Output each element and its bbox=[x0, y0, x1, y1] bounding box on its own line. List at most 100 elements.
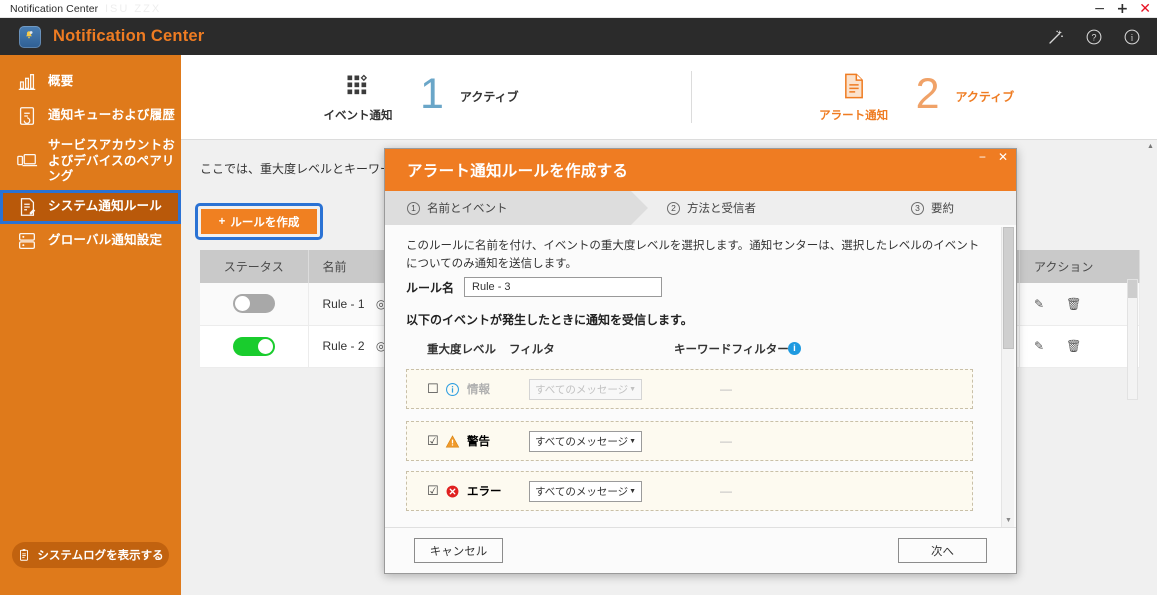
create-rule-label: ルールを作成 bbox=[230, 214, 299, 230]
stat-alert-state: アクティブ bbox=[956, 88, 1015, 105]
application-window: Notification Center ISU ZZX − + ✕ Notifi… bbox=[0, 0, 1157, 595]
close-icon[interactable]: ✕ bbox=[1139, 2, 1151, 16]
stat-alert-icon-wrap: アラート通知 bbox=[808, 72, 900, 123]
step-label: 方法と受信者 bbox=[687, 200, 756, 216]
scroll-down-icon[interactable]: ▼ bbox=[1002, 514, 1015, 527]
edit-icon[interactable]: ✎ bbox=[1034, 297, 1044, 311]
rule-name: Rule - 2 bbox=[323, 339, 365, 353]
maximize-icon[interactable]: + bbox=[1117, 2, 1129, 16]
show-system-log-button[interactable]: システムログを表示する bbox=[12, 542, 169, 568]
next-button[interactable]: 次へ bbox=[898, 538, 987, 563]
create-alert-rule-dialog: アラート通知ルールを作成する − ✕ 1 名前とイベント 2 方法と受信者 3 … bbox=[384, 148, 1017, 574]
rules-icon bbox=[16, 196, 38, 218]
stat-event-count: 1 bbox=[420, 73, 444, 116]
severity-row-error[interactable]: ☑ エラー すべてのメッセージ ▼ — bbox=[406, 471, 973, 511]
svg-text:?: ? bbox=[1091, 32, 1096, 42]
rule-enable-toggle[interactable] bbox=[233, 337, 275, 356]
step-name-and-event[interactable]: 1 名前とイベント bbox=[385, 191, 631, 225]
severity-filter-select[interactable]: すべてのメッセージ ▼ bbox=[529, 481, 642, 502]
sidebar-item-label: システム通知ルール bbox=[48, 199, 162, 215]
severity-checkbox[interactable]: ☑ bbox=[427, 433, 442, 449]
dialog-scrollbar[interactable]: ▼ bbox=[1001, 227, 1014, 527]
sidebar-item-notification-queue[interactable]: 通知キューおよび履歴 bbox=[0, 99, 181, 133]
severity-keyword-value: — bbox=[720, 382, 732, 396]
step-number: 2 bbox=[667, 202, 680, 215]
app-title: Notification Center bbox=[53, 27, 204, 46]
severity-row-warning[interactable]: ☑ 警告 すべてのメッセージ ▼ — bbox=[406, 421, 973, 461]
dialog-scrollbar-thumb[interactable] bbox=[1003, 227, 1014, 349]
error-circle-icon bbox=[445, 484, 460, 499]
step-label: 要約 bbox=[931, 200, 954, 216]
clipboard-icon bbox=[17, 548, 31, 562]
dialog-footer: キャンセル 次へ bbox=[385, 527, 1016, 573]
sidebar-item-system-notification-rules[interactable]: システム通知ルール bbox=[0, 190, 181, 224]
sidebar-item-overview[interactable]: 概要 bbox=[0, 65, 181, 99]
wand-icon[interactable] bbox=[1047, 28, 1065, 46]
dialog-intro-text: このルールに名前を付け、イベントの重大度レベルを選択します。通知センターは、選択… bbox=[406, 237, 984, 274]
os-window-title: Notification Center bbox=[10, 3, 98, 15]
delete-icon[interactable]: 🗑 bbox=[1066, 297, 1081, 311]
ghost-text: ISU ZZX bbox=[105, 3, 161, 15]
minimize-icon[interactable]: − bbox=[1094, 2, 1106, 16]
severity-label: エラー bbox=[467, 483, 529, 499]
edit-icon[interactable]: ✎ bbox=[1034, 339, 1044, 353]
document-icon bbox=[840, 72, 868, 100]
svg-text:i: i bbox=[1131, 32, 1134, 42]
sidebar-item-global-notification-settings[interactable]: グローバル通知設定 bbox=[0, 224, 181, 258]
severity-row-info[interactable]: ☐ 情報 すべてのメッセージ ▼ — bbox=[406, 369, 973, 409]
delete-icon[interactable]: 🗑 bbox=[1066, 339, 1081, 353]
stat-event-notifications[interactable]: イベント通知 1 アクティブ bbox=[312, 55, 519, 140]
table-scrollbar-thumb[interactable] bbox=[1128, 280, 1137, 298]
help-icon[interactable]: ? bbox=[1085, 28, 1103, 46]
severity-filter-select[interactable]: すべてのメッセージ ▼ bbox=[529, 431, 642, 452]
create-rule-highlight: + ルールを作成 bbox=[198, 206, 320, 237]
dialog-step-indicator: 1 名前とイベント 2 方法と受信者 3 要約 bbox=[385, 191, 1016, 225]
severity-keyword-value: — bbox=[720, 484, 732, 498]
keyword-info-icon[interactable]: i bbox=[788, 342, 801, 355]
row-status-cell bbox=[200, 283, 308, 325]
dialog-title-bar: アラート通知ルールを作成する − ✕ bbox=[385, 149, 1016, 191]
stat-alert-notifications[interactable]: アラート通知 2 アクティブ bbox=[808, 55, 1015, 140]
dialog-minimize-icon[interactable]: − bbox=[979, 151, 986, 163]
step-summary[interactable]: 3 要約 bbox=[911, 191, 954, 225]
stat-event-state: アクティブ bbox=[460, 88, 519, 105]
row-action-icons: ✎ 🗑 bbox=[1034, 339, 1125, 353]
column-header-filter: フィルタ bbox=[509, 341, 555, 357]
rule-name: Rule - 1 bbox=[323, 297, 365, 311]
row-action-cell: ✎ 🗑 bbox=[1020, 283, 1140, 325]
table-scrollbar[interactable] bbox=[1127, 279, 1138, 400]
bell-gear-icon bbox=[24, 30, 34, 40]
info-icon[interactable]: i bbox=[1123, 28, 1141, 46]
severity-label: 警告 bbox=[467, 433, 529, 449]
cancel-button[interactable]: キャンセル bbox=[414, 538, 503, 563]
column-header-keyword: キーワードフィルター bbox=[674, 341, 789, 357]
scroll-up-icon[interactable]: ▲ bbox=[1144, 140, 1157, 153]
severity-filter-value: すべてのメッセージ bbox=[535, 382, 628, 397]
severity-filter-value: すべてのメッセージ bbox=[535, 434, 628, 449]
create-rule-button[interactable]: + ルールを作成 bbox=[201, 209, 317, 234]
rule-name-input[interactable] bbox=[464, 277, 662, 297]
app-header: Notification Center ? i bbox=[0, 18, 1157, 55]
dialog-close-icon[interactable]: ✕ bbox=[998, 151, 1008, 163]
info-circle-icon bbox=[445, 382, 460, 397]
chart-icon bbox=[16, 71, 38, 93]
severity-filter-select[interactable]: すべてのメッセージ ▼ bbox=[529, 379, 642, 400]
severity-checkbox[interactable]: ☑ bbox=[427, 483, 442, 499]
chevron-down-icon: ▼ bbox=[629, 386, 636, 393]
step-method-and-recipients[interactable]: 2 方法と受信者 bbox=[667, 191, 756, 225]
sidebar: 概要 通知キューおよび履歴 サービスアカウントおよびデバイスのペアリング bbox=[0, 55, 181, 595]
severity-checkbox[interactable]: ☐ bbox=[427, 381, 442, 397]
rule-enable-toggle[interactable] bbox=[233, 294, 275, 313]
row-action-cell: ✎ 🗑 bbox=[1020, 325, 1140, 367]
show-system-log-label: システムログを表示する bbox=[37, 547, 163, 563]
column-header-status: ステータス bbox=[200, 250, 308, 283]
window-controls: − + ✕ bbox=[1094, 0, 1151, 18]
sidebar-item-service-account-pairing[interactable]: サービスアカウントおよびデバイスのペアリング bbox=[0, 133, 181, 190]
warning-triangle-icon bbox=[445, 434, 460, 449]
step-number: 1 bbox=[407, 202, 420, 215]
rule-name-row: ルール名 bbox=[406, 277, 662, 297]
row-action-icons: ✎ 🗑 bbox=[1034, 297, 1125, 311]
step-label: 名前とイベント bbox=[427, 200, 508, 216]
main-scrollbar[interactable]: ▲ bbox=[1144, 140, 1157, 595]
stat-event-icon-wrap: イベント通知 bbox=[312, 72, 404, 123]
